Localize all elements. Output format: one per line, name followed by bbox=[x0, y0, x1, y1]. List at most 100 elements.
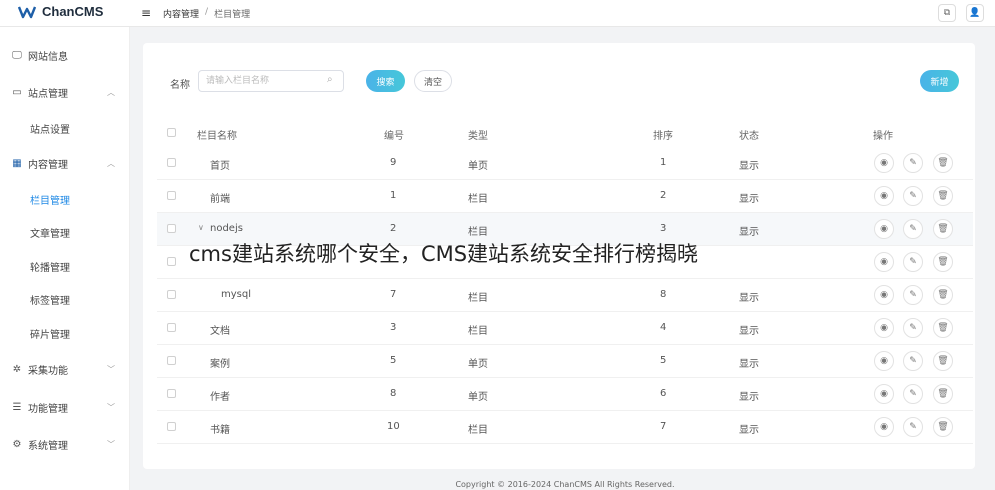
breadcrumb-parent[interactable]: 内容管理 bbox=[163, 7, 199, 20]
sidebar-item-collect[interactable]: ✲ 采集功能 ﹀ bbox=[0, 357, 130, 381]
sidebar-item-site-manage[interactable]: ▭ 站点管理 ︿ bbox=[0, 80, 130, 104]
chevron-down-icon: ﹀ bbox=[107, 402, 115, 412]
search-icon: ⌕ bbox=[327, 74, 333, 85]
row-checkbox[interactable] bbox=[167, 191, 176, 200]
cell-type: 栏目 bbox=[468, 425, 488, 436]
row-checkbox[interactable] bbox=[167, 422, 176, 431]
app-logo[interactable]: ChanCMS bbox=[18, 4, 103, 19]
sidebar-item-system-manage[interactable]: ⚙ 系统管理 ﹀ bbox=[0, 432, 130, 456]
row-checkbox[interactable] bbox=[167, 323, 176, 332]
external-link-icon[interactable]: ⧉ bbox=[938, 4, 956, 22]
edit-icon[interactable]: ✎ bbox=[903, 417, 923, 437]
sidebar-item-column-manage[interactable]: 栏目管理 bbox=[0, 187, 130, 211]
cell-status: 显示 bbox=[739, 359, 759, 370]
eye-icon[interactable]: ◉ bbox=[874, 351, 894, 371]
sidebar-item-tag-manage[interactable]: 标签管理 bbox=[0, 287, 130, 311]
eye-icon[interactable]: ◉ bbox=[874, 384, 894, 404]
edit-icon[interactable]: ✎ bbox=[903, 219, 923, 239]
column-header-order: 排序 bbox=[653, 131, 673, 142]
eye-icon[interactable]: ◉ bbox=[874, 219, 894, 239]
cell-name: mysql bbox=[221, 289, 251, 300]
breadcrumb-current: 栏目管理 bbox=[214, 10, 251, 20]
table-row: mysql 7 栏目 8 显示 ◉ ✎ 🗑 bbox=[157, 279, 973, 312]
edit-icon[interactable]: ✎ bbox=[903, 351, 923, 371]
eye-icon[interactable]: ◉ bbox=[874, 252, 894, 272]
eye-icon[interactable]: ◉ bbox=[874, 153, 894, 173]
row-checkbox[interactable] bbox=[167, 224, 176, 233]
add-button[interactable]: 新增 bbox=[920, 70, 959, 92]
trash-icon[interactable]: 🗑 bbox=[933, 219, 953, 239]
menu-toggle-icon[interactable]: ≡ bbox=[141, 6, 151, 20]
chevron-up-icon: ︿ bbox=[107, 158, 115, 168]
edit-icon[interactable]: ✎ bbox=[903, 285, 923, 305]
edit-icon[interactable]: ✎ bbox=[903, 153, 923, 173]
sidebar-item-label: 站点管理 bbox=[28, 88, 68, 100]
cell-type: 栏目 bbox=[468, 293, 488, 304]
row-checkbox[interactable] bbox=[167, 356, 176, 365]
select-all-checkbox[interactable] bbox=[167, 128, 176, 137]
table-row: 前端 1 栏目 2 显示 ◉ ✎ 🗑 bbox=[157, 180, 973, 213]
cell-order: 5 bbox=[660, 355, 667, 366]
cell-type: 栏目 bbox=[468, 227, 488, 238]
cell-status: 显示 bbox=[739, 227, 759, 238]
row-checkbox[interactable] bbox=[167, 257, 176, 266]
row-checkbox[interactable] bbox=[167, 158, 176, 167]
grid-icon: ▦ bbox=[12, 157, 22, 169]
sidebar-item-label: 网站信息 bbox=[28, 51, 68, 63]
trash-icon[interactable]: 🗑 bbox=[933, 384, 953, 404]
sidebar-item-label: 内容管理 bbox=[28, 159, 68, 171]
trash-icon[interactable]: 🗑 bbox=[933, 186, 953, 206]
breadcrumb: 内容管理 / 栏目管理 bbox=[163, 7, 250, 20]
cell-type: 栏目 bbox=[468, 326, 488, 337]
trash-icon[interactable]: 🗑 bbox=[933, 285, 953, 305]
search-button[interactable]: 搜索 bbox=[366, 70, 405, 92]
cell-order: 6 bbox=[660, 388, 667, 399]
trash-icon[interactable]: 🗑 bbox=[933, 351, 953, 371]
sidebar-item-site-info[interactable]: 🖵 网站信息 bbox=[0, 43, 130, 67]
sidebar-item-label: 站点设置 bbox=[30, 124, 70, 136]
eye-icon[interactable]: ◉ bbox=[874, 285, 894, 305]
clear-button[interactable]: 清空 bbox=[414, 70, 452, 92]
edit-icon[interactable]: ✎ bbox=[903, 252, 923, 272]
sliders-icon: ☰ bbox=[12, 401, 22, 413]
cell-name: 书籍 bbox=[210, 425, 230, 436]
edit-icon[interactable]: ✎ bbox=[903, 384, 923, 404]
chevron-down-icon[interactable]: ∨ bbox=[198, 223, 204, 232]
cell-order: 2 bbox=[660, 190, 667, 201]
name-search-input[interactable] bbox=[198, 70, 344, 92]
sidebar-item-label: 标签管理 bbox=[30, 295, 70, 307]
cell-id: 2 bbox=[390, 223, 397, 234]
sidebar-item-label: 功能管理 bbox=[28, 403, 68, 415]
sidebar-item-site-settings[interactable]: 站点设置 bbox=[0, 116, 130, 140]
sidebar-item-fragment-manage[interactable]: 碎片管理 bbox=[0, 321, 130, 345]
logo-text: ChanCMS bbox=[42, 4, 104, 19]
sidebar-item-carousel-manage[interactable]: 轮播管理 bbox=[0, 254, 130, 278]
eye-icon[interactable]: ◉ bbox=[874, 318, 894, 338]
edit-icon[interactable]: ✎ bbox=[903, 186, 923, 206]
trash-icon[interactable]: 🗑 bbox=[933, 417, 953, 437]
sidebar-item-label: 碎片管理 bbox=[30, 329, 70, 341]
user-icon[interactable]: 👤 bbox=[966, 4, 984, 22]
eye-icon[interactable]: ◉ bbox=[874, 186, 894, 206]
trash-icon[interactable]: 🗑 bbox=[933, 153, 953, 173]
trash-icon[interactable]: 🗑 bbox=[933, 318, 953, 338]
cell-name: 案例 bbox=[210, 359, 230, 370]
sidebar-item-label: 轮播管理 bbox=[30, 262, 70, 274]
edit-icon[interactable]: ✎ bbox=[903, 318, 923, 338]
breadcrumb-separator: / bbox=[205, 7, 209, 17]
chevron-down-icon: ﹀ bbox=[107, 364, 115, 374]
sidebar-item-article-manage[interactable]: 文章管理 bbox=[0, 220, 130, 244]
cell-id: 5 bbox=[390, 355, 397, 366]
row-checkbox[interactable] bbox=[167, 290, 176, 299]
cell-name: 首页 bbox=[210, 161, 230, 172]
row-checkbox[interactable] bbox=[167, 389, 176, 398]
table-row: 作者 8 单页 6 显示 ◉ ✎ 🗑 bbox=[157, 378, 973, 411]
cell-id: 10 bbox=[387, 421, 400, 432]
sidebar-item-content-manage[interactable]: ▦ 内容管理 ︿ bbox=[0, 151, 130, 175]
column-header-actions: 操作 bbox=[873, 131, 893, 142]
overlay-caption: cms建站系统哪个安全，CMS建站系统安全排行榜揭晓 bbox=[189, 242, 699, 266]
sidebar-item-function-manage[interactable]: ☰ 功能管理 ﹀ bbox=[0, 395, 130, 419]
table-row: 首页 9 单页 1 显示 ◉ ✎ 🗑 bbox=[157, 147, 973, 180]
eye-icon[interactable]: ◉ bbox=[874, 417, 894, 437]
trash-icon[interactable]: 🗑 bbox=[933, 252, 953, 272]
